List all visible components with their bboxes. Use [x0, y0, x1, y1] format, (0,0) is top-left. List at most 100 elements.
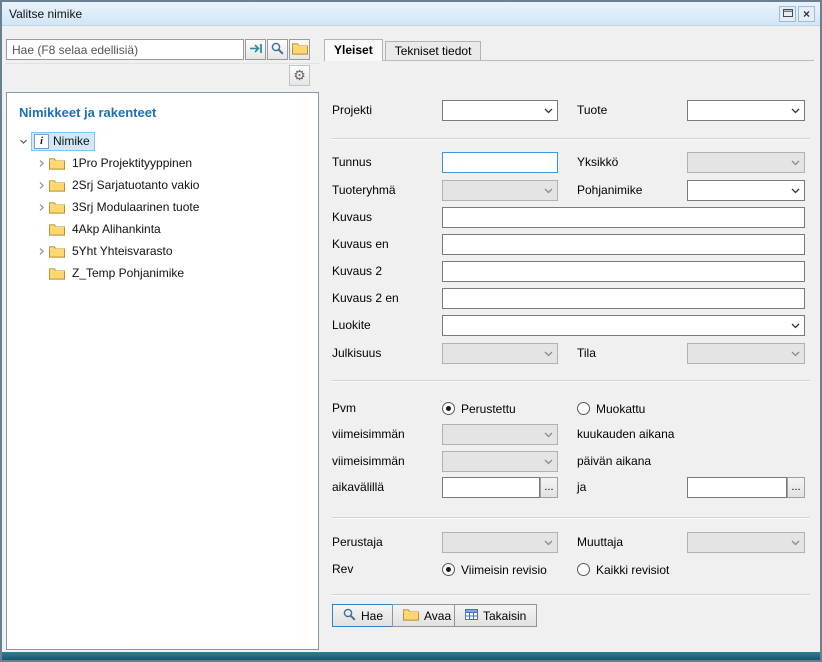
viimeisimman-kuukauden-combobox[interactable]	[442, 424, 558, 445]
radio-perustettu[interactable]: Perustettu	[442, 398, 516, 419]
label-tunnus: Tunnus	[332, 152, 372, 173]
label-julkisuus: Julkisuus	[332, 343, 381, 364]
tab-tekniset-tiedot[interactable]: Tekniset tiedot	[385, 41, 482, 60]
folder-icon	[49, 157, 69, 170]
tree-item-nimike[interactable]: i Nimike	[7, 130, 318, 152]
radio-icon	[442, 563, 455, 576]
takaisin-button-label: Takaisin	[483, 609, 526, 623]
label-paivan-aikana: päivän aikana	[577, 451, 651, 472]
radio-viimeisin-revisio[interactable]: Viimeisin revisio	[442, 559, 547, 580]
chevron-down-icon	[540, 101, 557, 120]
folder-icon	[292, 42, 308, 58]
label-tila: Tila	[577, 343, 596, 364]
search-button[interactable]	[267, 39, 288, 60]
tree-item-folder[interactable]: 2Srj Sarjatuotanto vakio	[7, 174, 318, 196]
label-projekti: Projekti	[332, 100, 372, 121]
settings-button[interactable]: ⚙	[289, 65, 310, 86]
folder-icon	[49, 223, 69, 236]
julkisuus-combobox[interactable]	[442, 343, 558, 364]
tree-item-label[interactable]: 1Pro Projektityyppinen	[69, 155, 195, 171]
projekti-combobox[interactable]	[442, 100, 558, 121]
aikavalilla-loppu-input[interactable]	[687, 477, 787, 498]
dialog-valitse-nimike: Valitse nimike × ⚙ Nimikkeet ja rakentee…	[0, 0, 822, 662]
chevron-down-icon	[540, 344, 557, 363]
yksikko-combobox[interactable]	[687, 152, 805, 173]
chevron-right-icon[interactable]	[33, 159, 49, 168]
tree-item-folder[interactable]: 1Pro Projektityyppinen	[7, 152, 318, 174]
label-rev: Rev	[332, 559, 353, 580]
tree-item-folder[interactable]: 5Yht Yhteisvarasto	[7, 240, 318, 262]
tree-panel: Nimikkeet ja rakenteet i Nimike 1Pro Pro…	[6, 92, 319, 650]
muuttaja-combobox[interactable]	[687, 532, 805, 553]
chevron-right-icon[interactable]	[33, 247, 49, 256]
label-kuvaus: Kuvaus	[332, 207, 372, 228]
aikavalilla-loppu-picker-button[interactable]: ...	[787, 477, 805, 498]
label-viimeisimman-kuukauden: viimeisimmän	[332, 424, 405, 445]
close-button[interactable]: ×	[798, 6, 815, 22]
label-kuvaus-en: Kuvaus en	[332, 234, 389, 255]
tree-item-label[interactable]: 5Yht Yhteisvarasto	[69, 243, 176, 259]
folder-icon	[403, 608, 419, 624]
close-icon: ×	[803, 7, 810, 21]
chevron-down-icon	[787, 316, 804, 335]
tuote-combobox[interactable]	[687, 100, 805, 121]
tab-yleiset[interactable]: Yleiset	[324, 39, 383, 61]
tree-item-label[interactable]: Nimike	[53, 134, 90, 148]
radio-icon	[442, 402, 455, 415]
tila-combobox[interactable]	[687, 343, 805, 364]
tree-item-label[interactable]: 4Akp Alihankinta	[69, 221, 164, 237]
chevron-down-icon	[540, 425, 557, 444]
label-tuote: Tuote	[577, 100, 607, 121]
radio-label: Kaikki revisiot	[596, 563, 669, 577]
folder-icon	[49, 245, 69, 258]
chevron-right-icon[interactable]	[33, 181, 49, 190]
tree-item-folder[interactable]: 3Srj Modulaarinen tuote	[7, 196, 318, 218]
tree-header: Nimikkeet ja rakenteet	[7, 93, 318, 130]
window-bottom-bar	[2, 652, 820, 660]
kuvaus-input[interactable]	[442, 207, 805, 228]
aikavalilla-alku-picker-button[interactable]: ...	[540, 477, 558, 498]
label-ja: ja	[577, 477, 586, 498]
radio-kaikki-revisiot[interactable]: Kaikki revisiot	[577, 559, 669, 580]
label-pvm: Pvm	[332, 398, 356, 419]
chevron-right-icon[interactable]	[33, 203, 49, 212]
tuoteryhma-combobox[interactable]	[442, 180, 558, 201]
tree-selection[interactable]: i Nimike	[31, 132, 95, 151]
avaa-button[interactable]: Avaa	[392, 604, 462, 627]
luokite-combobox[interactable]	[442, 315, 805, 336]
pin-button[interactable]	[779, 6, 796, 22]
aikavalilla-alku-input[interactable]	[442, 477, 540, 498]
label-kuvaus-2-en: Kuvaus 2 en	[332, 288, 399, 309]
tree-item-label[interactable]: Z_Temp Pohjanimike	[69, 265, 187, 281]
radio-label: Muokattu	[596, 402, 645, 416]
chevron-down-icon	[787, 344, 804, 363]
folder-icon	[49, 179, 69, 192]
tree-item-folder[interactable]: 4Akp Alihankinta	[7, 218, 318, 240]
pohjanimike-combobox[interactable]	[687, 180, 805, 201]
kuvaus-en-input[interactable]	[442, 234, 805, 255]
viimeisimman-paivan-combobox[interactable]	[442, 451, 558, 472]
tree-item-label[interactable]: 2Srj Sarjatuotanto vakio	[69, 177, 202, 193]
label-kuvaus-2: Kuvaus 2	[332, 261, 382, 282]
kuvaus-2-en-input[interactable]	[442, 288, 805, 309]
arrow-right-icon	[249, 42, 263, 57]
chevron-expanded-icon[interactable]	[15, 137, 31, 146]
separator	[332, 594, 810, 596]
search-icon	[343, 608, 356, 624]
tabstrip: Yleiset Tekniset tiedot	[324, 39, 814, 61]
chevron-down-icon	[787, 153, 804, 172]
titlebar[interactable]: Valitse nimike ×	[2, 2, 820, 26]
open-folder-button[interactable]	[289, 39, 310, 60]
search-icon	[271, 42, 284, 58]
perustaja-combobox[interactable]	[442, 532, 558, 553]
go-button[interactable]	[245, 39, 266, 60]
kuvaus-2-input[interactable]	[442, 261, 805, 282]
label-perustaja: Perustaja	[332, 532, 383, 553]
tree-item-label[interactable]: 3Srj Modulaarinen tuote	[69, 199, 202, 215]
tunnus-input[interactable]	[442, 152, 558, 173]
radio-muokattu[interactable]: Muokattu	[577, 398, 645, 419]
search-input[interactable]	[6, 39, 244, 60]
takaisin-button[interactable]: Takaisin	[454, 604, 537, 627]
hae-button[interactable]: Hae	[332, 604, 394, 627]
tree-item-folder[interactable]: Z_Temp Pohjanimike	[7, 262, 318, 284]
